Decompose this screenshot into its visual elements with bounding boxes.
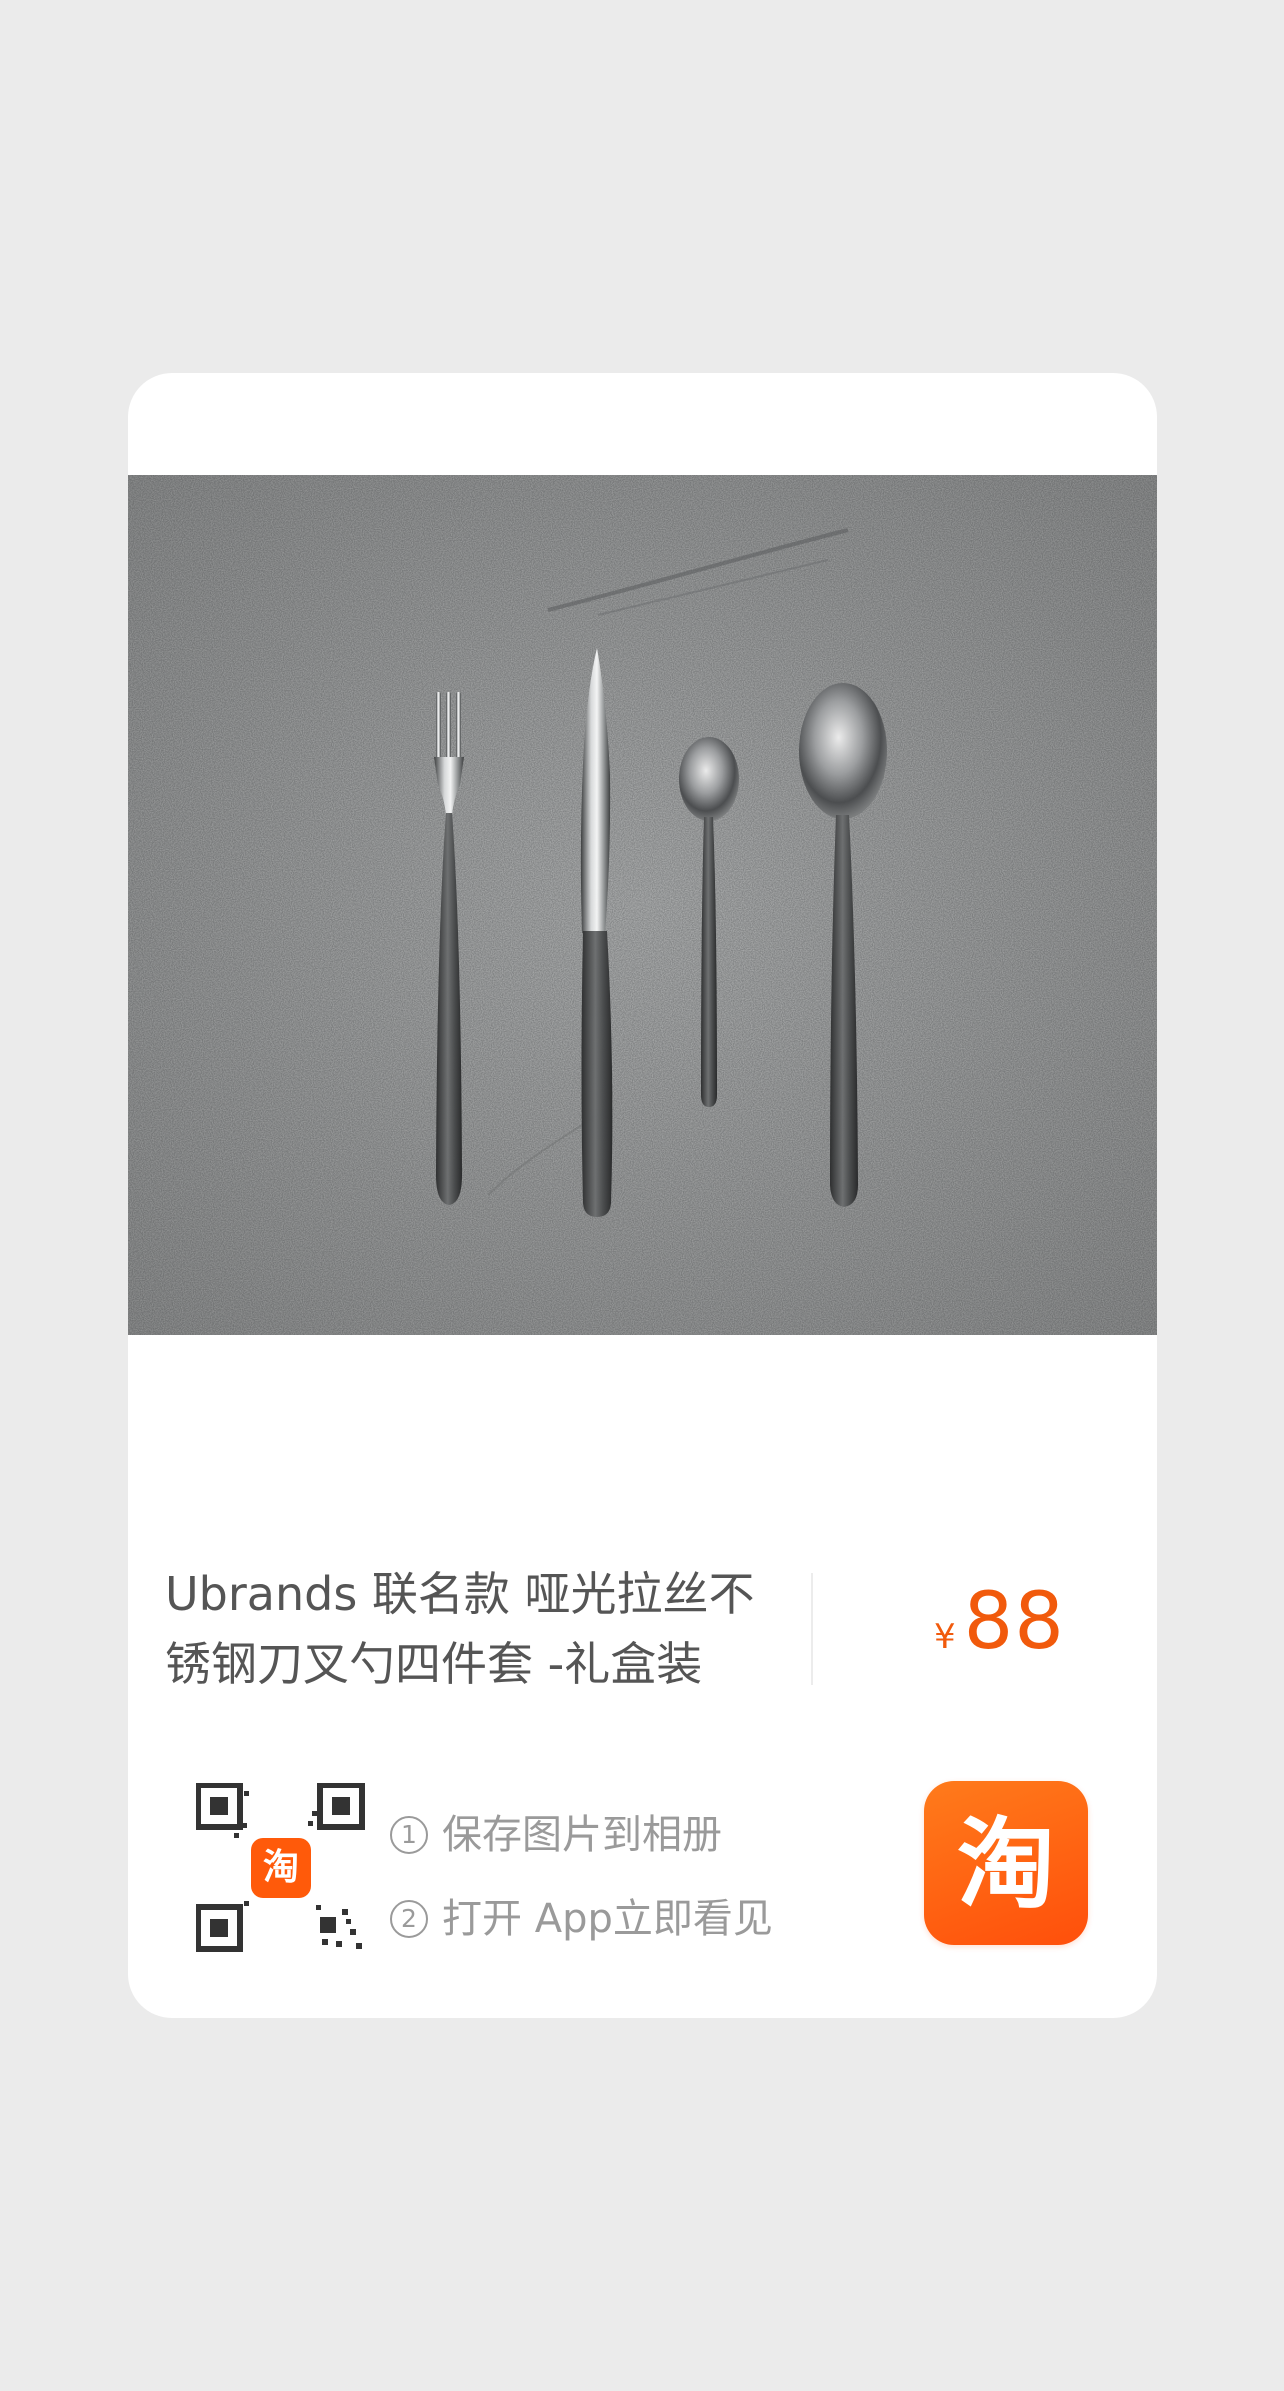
taobao-app-icon[interactable]: 淘 bbox=[924, 1781, 1088, 1945]
step-number-1: 1 bbox=[390, 1816, 428, 1854]
step-number-2: 2 bbox=[390, 1900, 428, 1938]
divider bbox=[811, 1573, 813, 1685]
step-1-text: 保存图片到相册 bbox=[442, 1812, 722, 1858]
instruction-step-2: 2 打开 App立即看见 bbox=[390, 1877, 773, 1961]
currency-symbol: ¥ bbox=[934, 1617, 956, 1657]
product-title[interactable]: Ubrands 联名款 哑光拉丝不锈钢刀叉勺四件套 -礼盒装 bbox=[165, 1559, 785, 1699]
product-image bbox=[128, 475, 1157, 1335]
price: ¥ 88 bbox=[934, 1577, 1065, 1667]
share-card: Ubrands 联名款 哑光拉丝不锈钢刀叉勺四件套 -礼盒装 ¥ 88 淘 1 … bbox=[128, 373, 1157, 2018]
step-2-text: 打开 App立即看见 bbox=[442, 1896, 773, 1942]
qr-code[interactable]: 淘 bbox=[196, 1783, 366, 1953]
qr-logo-glyph: 淘 bbox=[263, 1847, 299, 1888]
app-icon-glyph: 淘 bbox=[957, 1808, 1055, 1922]
instruction-step-1: 1 保存图片到相册 bbox=[390, 1793, 773, 1877]
instructions: 1 保存图片到相册 2 打开 App立即看见 bbox=[390, 1793, 773, 1961]
price-amount: 88 bbox=[963, 1577, 1065, 1667]
